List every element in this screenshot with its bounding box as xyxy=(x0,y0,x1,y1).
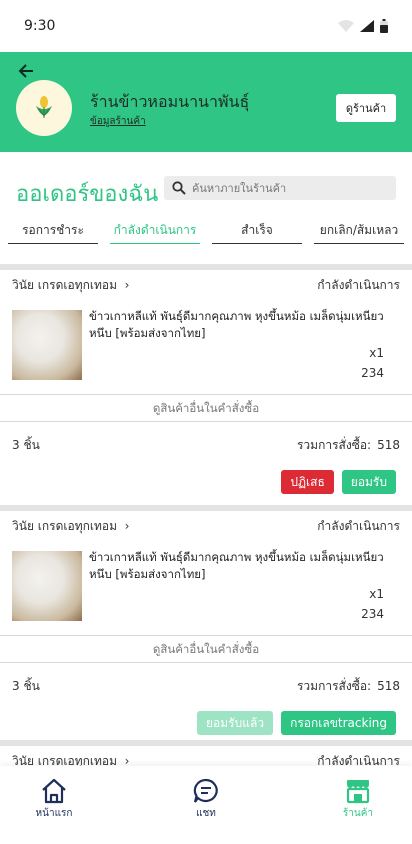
product-name[interactable]: ข้าวเกาหลีแท้ พันธุ์ดีมากคุณภาพ หุงขึ้นห… xyxy=(89,308,389,342)
customer-link[interactable]: วินัย เกรดเอทุกเทอม › xyxy=(12,517,129,536)
battery-icon xyxy=(380,19,388,33)
order-actions: ยอมรับแล้ว กรอกเลขtracking xyxy=(197,711,396,735)
order-status: กำลังดำเนินการ xyxy=(317,278,400,292)
item-count: 3 ชิ้น xyxy=(12,679,40,693)
product-price: 234 xyxy=(361,607,384,621)
order-card: วินัย เกรดเอทุกเทอม › กำลังดำเนินการ ข้า… xyxy=(0,511,412,746)
chevron-right-icon: › xyxy=(124,519,130,533)
order-total-label: รวมการสั่งซื้อ: xyxy=(296,438,372,452)
tab-in-progress[interactable]: กำลังดำเนินการ xyxy=(110,220,200,244)
shop-name: ร้านข้าวหอมนานาพันธุ์ xyxy=(90,92,250,111)
signal-icon xyxy=(360,20,374,32)
tab-completed[interactable]: สำเร็จ xyxy=(212,220,302,244)
tab-cancelled[interactable]: ยกเลิก/ส้มเหลว xyxy=(314,220,404,244)
shop-logo xyxy=(16,80,72,136)
search-icon xyxy=(172,181,186,195)
customer-name: วินัย เกรดเอทุกเทอม xyxy=(12,519,118,533)
back-arrow-icon[interactable] xyxy=(18,62,34,83)
order-card-header: วินัย เกรดเอทุกเทอม › กำลังดำเนินการ xyxy=(12,276,400,295)
item-count: 3 ชิ้น xyxy=(12,438,40,452)
customer-link[interactable]: วินัย เกรดเอทุกเทอม › xyxy=(12,276,129,295)
page-title: ออเดอร์ของฉัน xyxy=(16,182,159,207)
order-total-value: 518 xyxy=(377,438,400,452)
nav-chat-label: แชท xyxy=(196,808,216,819)
product-quantity: x1 xyxy=(369,346,384,360)
divider xyxy=(0,740,412,746)
status-icons xyxy=(338,19,388,33)
status-bar: 9:30 xyxy=(0,0,412,52)
wifi-icon xyxy=(338,20,354,32)
nav-home-label: หน้าแรก xyxy=(35,808,73,819)
order-total: รวมการสั่งซื้อ: 518 xyxy=(297,436,400,455)
reject-button[interactable]: ปฏิเสธ xyxy=(281,470,334,494)
product-image[interactable] xyxy=(12,551,82,621)
nav-store[interactable]: ร้านค้า xyxy=(328,778,388,821)
rice-logo-icon xyxy=(36,96,52,118)
home-icon xyxy=(42,778,66,804)
shop-header: ร้านข้าวหอมนานาพันธุ์ ข้อมูลร้านค้า ดูร้… xyxy=(0,52,412,152)
order-card: วินัย เกรดเอทุกเทอม › กำลังดำเนินการ ข้า… xyxy=(0,270,412,505)
search-input[interactable]: ค้นหาภายในร้านค้า xyxy=(164,176,396,200)
order-tabs: รอการชำระ กำลังดำเนินการ สำเร็จ ยกเลิก/ส… xyxy=(0,220,412,244)
order-card-peek: วินัย เกรดเอทุกเทอม › กำลังดำเนินการ xyxy=(0,740,412,768)
nav-chat[interactable]: แชท xyxy=(176,778,236,821)
product-image[interactable] xyxy=(12,310,82,380)
nav-store-label: ร้านค้า xyxy=(342,808,374,819)
status-time: 9:30 xyxy=(24,18,56,34)
visit-shop-button[interactable]: ดูร้านค้า xyxy=(336,94,396,122)
order-actions: ปฏิเสธ ยอมรับ xyxy=(281,470,396,494)
chat-icon xyxy=(193,778,218,803)
enter-tracking-button[interactable]: กรอกเลขtracking xyxy=(281,711,396,735)
accept-button[interactable]: ยอมรับ xyxy=(341,470,396,494)
see-more-items-link[interactable]: ดูสินค้าอื่นในคำสั่งซื้อ xyxy=(0,635,412,663)
chevron-right-icon: › xyxy=(124,278,130,292)
product-name[interactable]: ข้าวเกาหลีแท้ พันธุ์ดีมากคุณภาพ หุงขึ้นห… xyxy=(89,549,389,583)
search-placeholder: ค้นหาภายในร้านค้า xyxy=(192,182,287,195)
order-status: กำลังดำเนินการ xyxy=(317,519,400,533)
product-price: 234 xyxy=(361,366,384,380)
customer-name: วินัย เกรดเอทุกเทอม xyxy=(12,278,118,292)
bottom-nav: หน้าแรก แชท ร้านค้า xyxy=(0,766,412,844)
order-total: รวมการสั่งซื้อ: 518 xyxy=(297,677,400,696)
see-more-items-link[interactable]: ดูสินค้าอื่นในคำสั่งซื้อ xyxy=(0,394,412,422)
accepted-button[interactable]: ยอมรับแล้ว xyxy=(197,711,274,735)
order-total-value: 518 xyxy=(377,679,400,693)
shop-info-link[interactable]: ข้อมูลร้านค้า xyxy=(90,114,146,129)
orders-toolbar: ออเดอร์ของฉัน ค้นหาภายในร้านค้า รอการชำร… xyxy=(0,152,412,264)
nav-home[interactable]: หน้าแรก xyxy=(24,778,84,821)
order-card-header: วินัย เกรดเอทุกเทอม › กำลังดำเนินการ xyxy=(12,517,400,536)
store-icon xyxy=(346,780,370,804)
tab-awaiting-payment[interactable]: รอการชำระ xyxy=(8,220,98,244)
order-total-label: รวมการสั่งซื้อ: xyxy=(296,679,372,693)
product-quantity: x1 xyxy=(369,587,384,601)
